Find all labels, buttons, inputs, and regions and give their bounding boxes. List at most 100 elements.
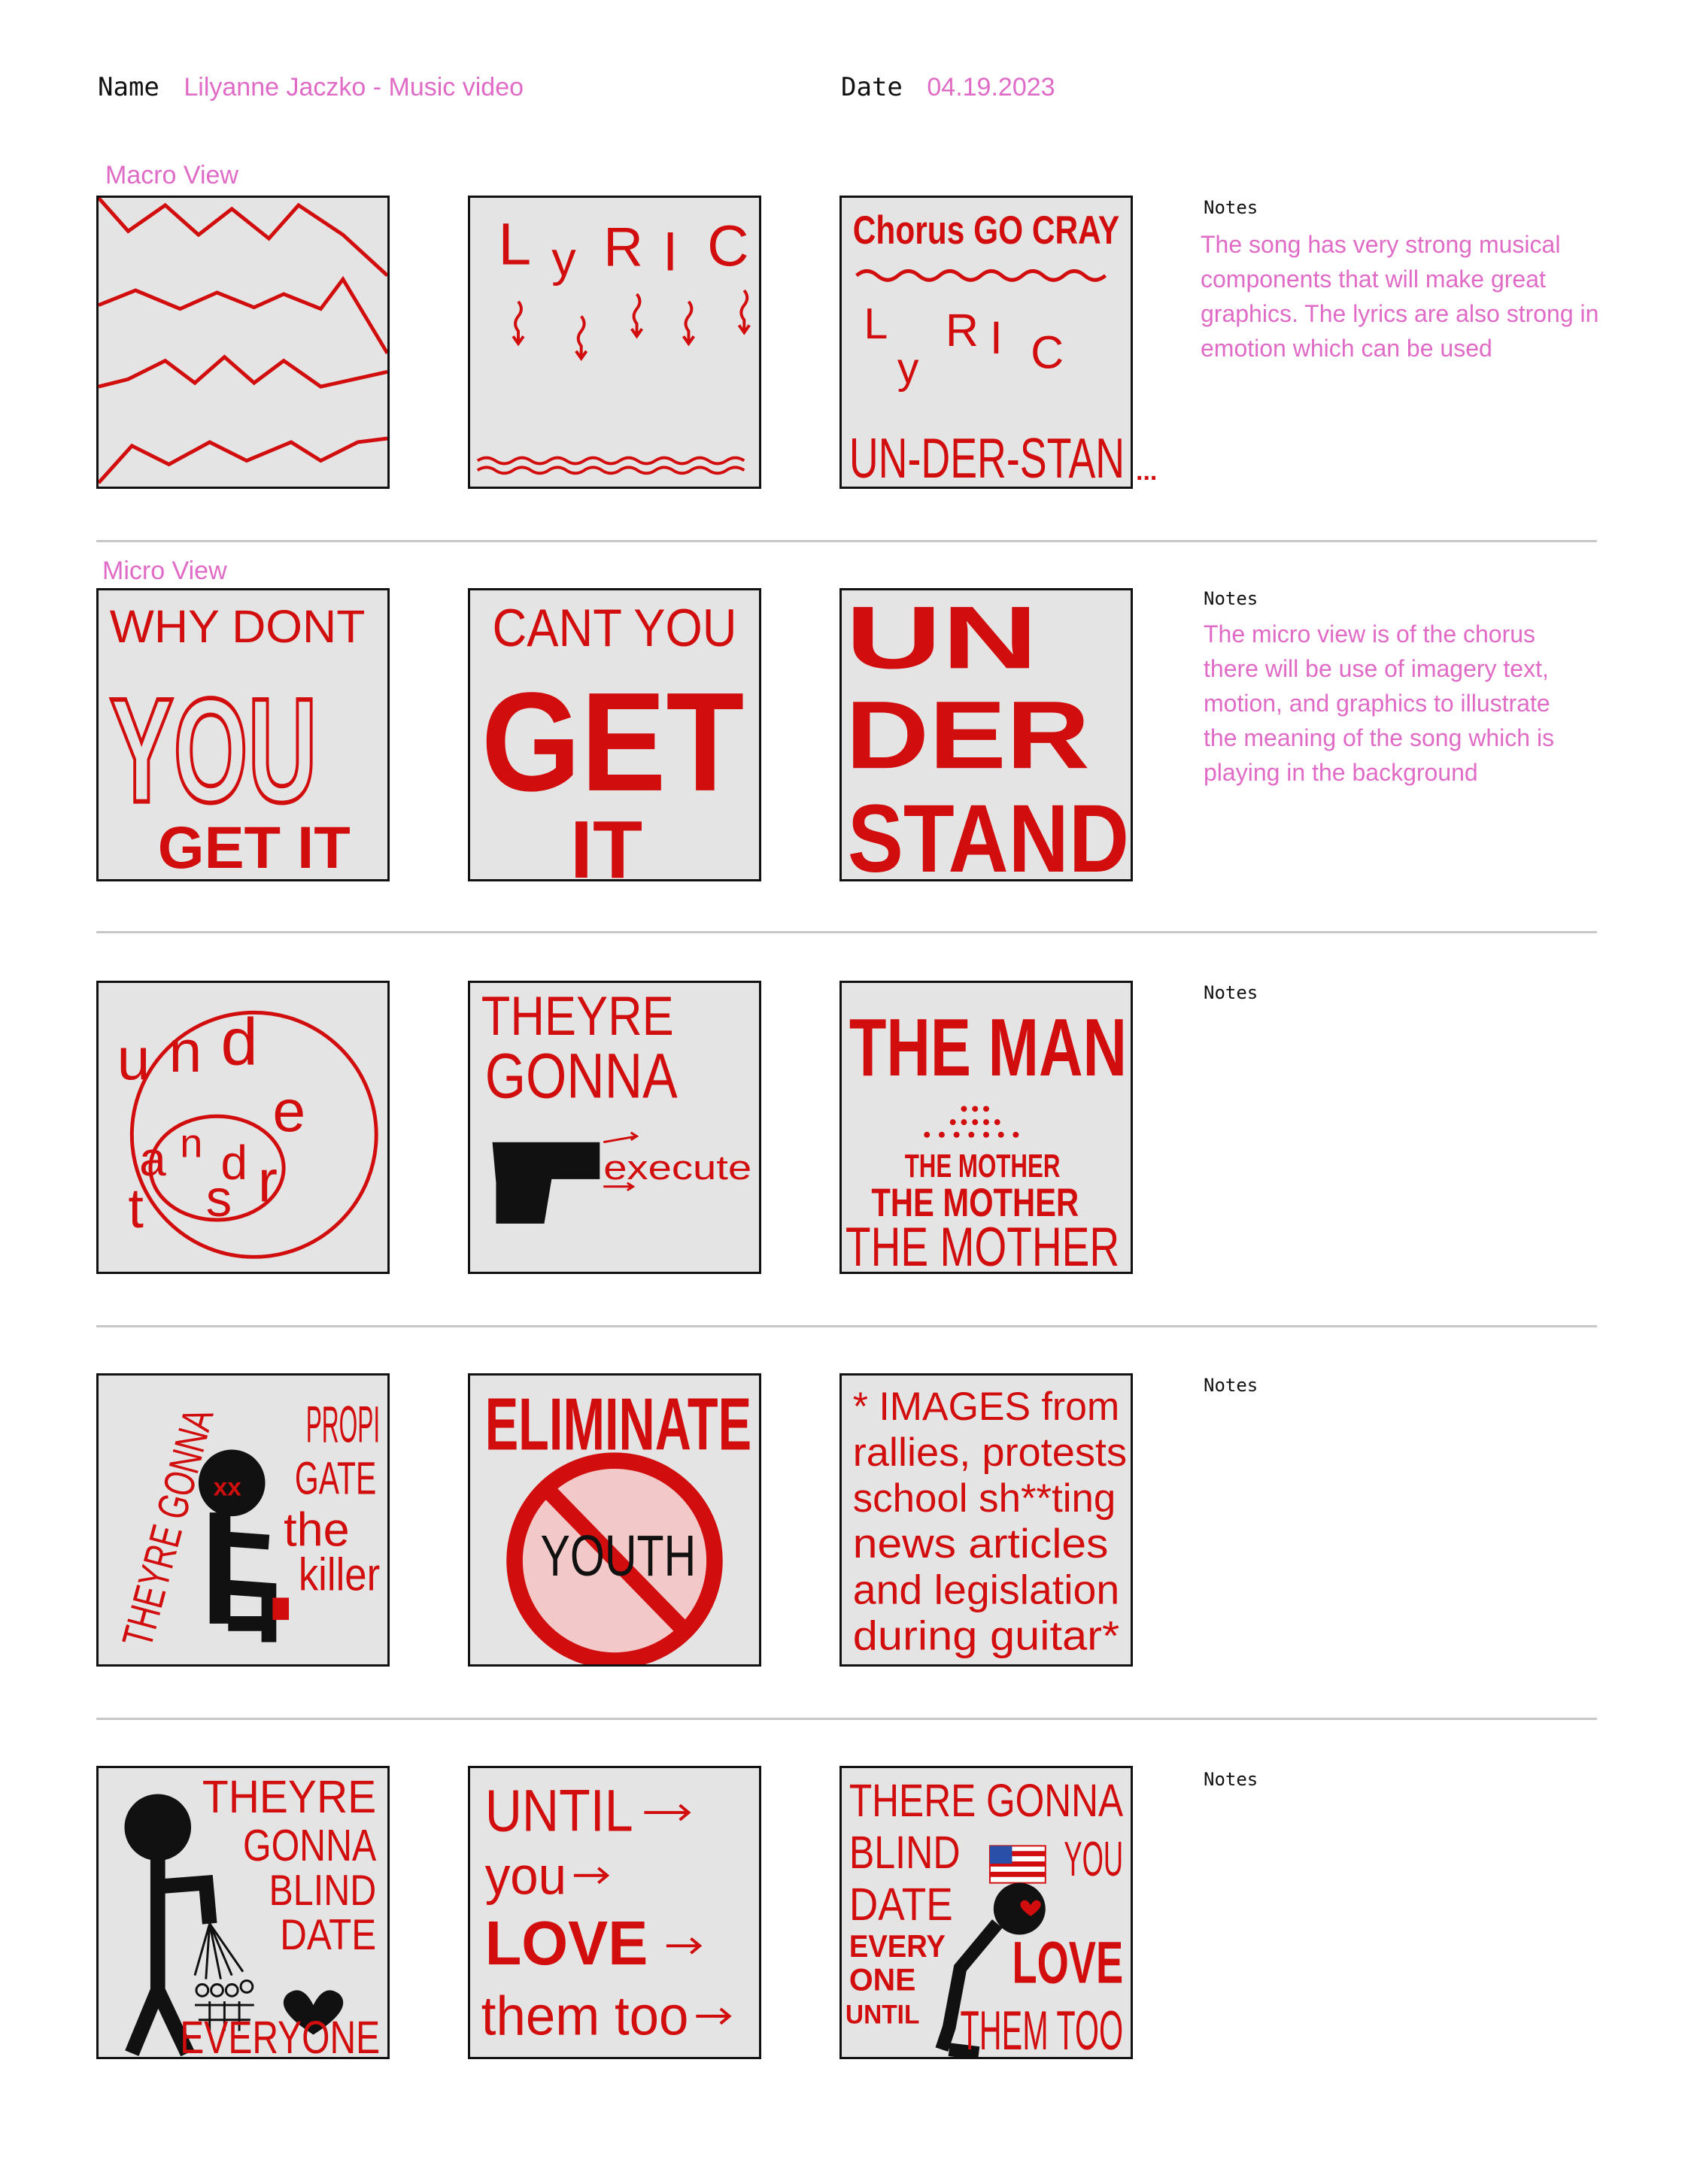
svg-text:YOUTH: YOUTH (541, 1524, 697, 1588)
svg-text:rallies, protests: rallies, protests (853, 1430, 1127, 1475)
svg-text:* IMAGES from: * IMAGES from (853, 1385, 1119, 1429)
svg-text:r: r (258, 1148, 278, 1214)
panel-r4-c2: ELIMINATE YOUTH (468, 1373, 761, 1667)
svg-text:THERE GONNA: THERE GONNA (849, 1775, 1124, 1826)
svg-text:THEM TOO: THEM TOO (961, 2000, 1124, 2057)
zigzag-graphic (99, 198, 387, 484)
svg-text:I: I (990, 312, 1003, 363)
svg-text:STAND: STAND (848, 785, 1129, 879)
svg-text:LOVE: LOVE (485, 1908, 648, 1978)
panel-r5-c1: THEYRE GONNA BLIND DATE EVERYONE (96, 1766, 390, 2059)
notes-label-r1: Notes (1204, 197, 1258, 218)
svg-text:n: n (180, 1121, 202, 1166)
svg-text:BLIND: BLIND (849, 1827, 961, 1878)
notes-text-r1: The song has very strong musical compone… (1201, 231, 1599, 362)
date-field: Date 04.19.2023 (841, 72, 1055, 102)
panel-r2-c2: CANT YOU GET IT (468, 588, 761, 881)
notes-label-r2: Notes (1204, 588, 1258, 609)
svg-text:EVERYONE: EVERYONE (180, 2012, 380, 2057)
name-label: Name (98, 72, 159, 102)
svg-text:WHY DONT: WHY DONT (110, 601, 366, 652)
svg-text:you: you (485, 1846, 566, 1906)
divider-1 (96, 540, 1597, 542)
svg-text:n: n (169, 1018, 202, 1084)
svg-text:THE MOTHER: THE MOTHER (905, 1148, 1061, 1185)
chorus-graphic: Chorus GO CRAY L y R I C UN-DER-STAN (849, 208, 1125, 487)
svg-text:d: d (220, 1004, 257, 1078)
svg-text:DATE: DATE (849, 1879, 953, 1930)
gun-icon (492, 1142, 600, 1224)
svg-text:THE MAN: THE MAN (849, 1002, 1127, 1093)
svg-text:school sh**ting: school sh**ting (853, 1476, 1116, 1521)
svg-text:them too: them too (481, 1985, 689, 2046)
svg-text:C: C (1031, 326, 1064, 378)
svg-text:CANT YOU: CANT YOU (493, 599, 737, 658)
date-label: Date (841, 72, 903, 102)
macro-view-label: Macro View (105, 161, 238, 190)
panel-r5-c2: UNTIL you LOVE them too (468, 1766, 761, 2059)
svg-text:GATE: GATE (295, 1453, 376, 1504)
panel-r3-c1: u n d e r s t a n d (96, 981, 390, 1274)
panel-r2-c3: UN DER STAND (839, 588, 1133, 881)
svg-text:and legislation: and legislation (853, 1566, 1119, 1612)
svg-text:THEYRE: THEYRE (481, 986, 674, 1047)
svg-text:killer: killer (299, 1549, 380, 1600)
panel-r3-c2: THEYRE GONNA execute (468, 981, 761, 1274)
svg-text:GONNA: GONNA (243, 1821, 377, 1870)
letter-5: C (707, 214, 748, 279)
name-field: Name Lilyanne Jaczko - Music video (98, 72, 524, 102)
svg-text:during guitar*: during guitar* (853, 1612, 1119, 1658)
letter-4: I (663, 221, 678, 282)
svg-text:news articles: news articles (853, 1520, 1109, 1567)
svg-text:THEYRE GONNA: THEYRE GONNA (114, 1403, 223, 1652)
svg-text:R: R (946, 305, 979, 356)
name-value: Lilyanne Jaczko - Music video (184, 73, 524, 102)
svg-text:UN: UN (846, 590, 1038, 687)
svg-text:xx: xx (214, 1474, 242, 1502)
svg-text:execute: execute (603, 1148, 751, 1187)
panel-r1-c3: Chorus GO CRAY L y R I C UN-DER-STAN (839, 196, 1133, 489)
letter-1: L (498, 211, 531, 278)
panel-r5-c3: THERE GONNA BLIND YOU DATE EVERY ONE UNT… (839, 1766, 1133, 2059)
chorus-title: Chorus GO CRAY (853, 208, 1119, 253)
svg-text:u: u (117, 1026, 150, 1092)
svg-text:DER: DER (846, 681, 1090, 789)
panel-r4-c1: THEYRE GONNA PROPI GATE the killer xx (96, 1373, 390, 1667)
letter-3: R (603, 217, 643, 278)
svg-text:YOU: YOU (1064, 1831, 1123, 1886)
svg-text:PROPI: PROPI (306, 1396, 380, 1454)
svg-text:BLIND: BLIND (269, 1867, 376, 1915)
svg-text:THE MOTHER: THE MOTHER (846, 1217, 1119, 1272)
letter-2: y (551, 231, 576, 286)
svg-text:UNTIL: UNTIL (485, 1778, 633, 1844)
panel-r2-c1: WHY DONT YOU GET IT (96, 588, 390, 881)
notes-label-r3: Notes (1204, 982, 1258, 1003)
understan-text: UN-DER-STAN (849, 426, 1125, 487)
notes-label-r5: Notes (1204, 1769, 1258, 1790)
panel-r3-c3: THE MAN THE MOTHER THE MOTHER THE MOTHER (839, 981, 1133, 1274)
svg-text:IT: IT (570, 804, 642, 879)
date-value: 04.19.2023 (927, 73, 1055, 102)
notes-label-r4: Notes (1204, 1375, 1258, 1396)
svg-text:t: t (128, 1177, 144, 1239)
svg-text:GET IT: GET IT (158, 814, 351, 879)
micro-view-label: Micro View (102, 557, 227, 585)
divider-4 (96, 1718, 1597, 1720)
svg-text:LOVE: LOVE (1012, 1930, 1123, 1996)
svg-text:e: e (272, 1078, 305, 1144)
notes-text-r2: The micro view is of the chorus there wi… (1204, 620, 1555, 786)
svg-text:GET: GET (481, 663, 745, 821)
svg-text:d: d (220, 1136, 247, 1190)
you-outline: YOU (110, 668, 317, 833)
svg-text:a: a (139, 1132, 166, 1186)
panel-r4-c3: * IMAGES from rallies, protests school s… (839, 1373, 1133, 1667)
svg-text:THEYRE: THEYRE (202, 1771, 376, 1822)
ellipsis-mark: ... (1136, 457, 1158, 486)
svg-text:y: y (897, 344, 919, 393)
panel-r1-c1 (96, 196, 390, 489)
svg-text:L: L (864, 300, 888, 348)
divider-2 (96, 931, 1597, 933)
flag-icon (988, 1845, 1046, 1884)
panel-r1-c2: L y R I C (468, 196, 761, 489)
svg-text:EVERY: EVERY (849, 1929, 946, 1964)
